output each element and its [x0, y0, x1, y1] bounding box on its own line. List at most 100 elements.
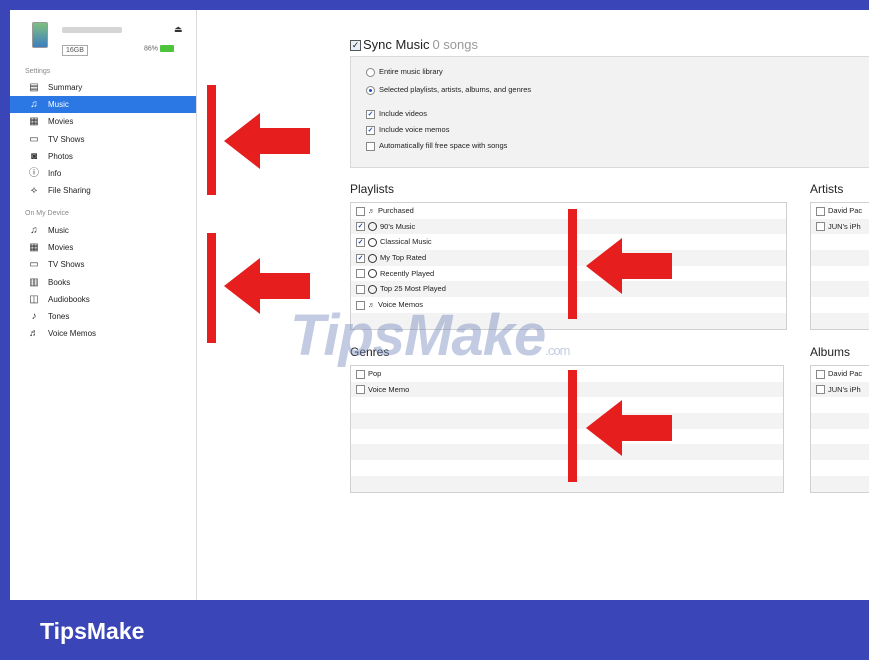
sidebar-item-label: TV Shows — [48, 260, 85, 270]
film-icon: ▦ — [29, 242, 39, 254]
empty-row — [811, 266, 869, 282]
genres-item-label: Pop — [368, 369, 382, 378]
checkbox[interactable] — [356, 284, 365, 294]
playlists-item-label: Classical Music — [380, 237, 432, 247]
voice-memo-icon: ♬ — [29, 328, 39, 340]
watermark-logo: TipsMake.com — [290, 302, 570, 369]
empty-row — [351, 475, 783, 492]
checkbox[interactable]: ✓ — [366, 109, 375, 119]
empty-row — [351, 444, 783, 461]
checkbox[interactable] — [366, 141, 375, 151]
checkbox[interactable] — [356, 369, 365, 379]
sidebar-item-label: Books — [48, 277, 71, 287]
sync-music-header[interactable]: ✓ Sync Music 0 songs — [350, 37, 478, 52]
radio-button[interactable] — [366, 85, 375, 95]
playlists-item-label: Top 25 Most Played — [380, 284, 446, 294]
genres-item-label: Voice Memo — [368, 384, 410, 394]
albums-item[interactable]: JUN's iPh — [811, 381, 869, 398]
eject-icon[interactable]: ⏏ — [174, 24, 183, 35]
checkbox[interactable] — [816, 369, 825, 379]
sidebar-item-info[interactable]: ⓘ Info — [10, 165, 196, 182]
sync-music-checkbox[interactable]: ✓ — [350, 40, 361, 52]
sidebar-item-music[interactable]: ♫ Music — [10, 96, 196, 114]
empty-row — [351, 397, 783, 413]
sidebar-item-tones[interactable]: ♪ Tones — [10, 308, 196, 325]
sidebar-item-movies[interactable]: ▦ Movies — [10, 239, 196, 256]
annotation-bar — [568, 370, 577, 482]
sync-option-3[interactable]: ✓ Include voice memos — [366, 125, 449, 135]
playlists-item-label: Purchased — [378, 206, 414, 215]
empty-row — [351, 460, 783, 476]
albums-list[interactable]: David Pac JUN's iPh — [810, 365, 869, 493]
smart-playlist-icon — [368, 269, 377, 279]
artists-list[interactable]: David Pac JUN's iPh — [810, 202, 869, 330]
sidebar-item-tv-shows[interactable]: ▭ TV Shows — [10, 256, 196, 273]
checkbox[interactable] — [356, 385, 365, 395]
checkbox[interactable] — [816, 206, 825, 216]
sidebar-item-photos[interactable]: ◙ Photos — [10, 148, 196, 165]
checkbox[interactable]: ✓ — [356, 253, 365, 263]
file-sharing-icon: ⟡ — [30, 185, 38, 197]
checkbox[interactable]: ✓ — [356, 222, 365, 232]
footer-brand: TipsMake — [40, 618, 145, 644]
sidebar-item-books[interactable]: ▥ Books — [10, 274, 196, 291]
empty-row — [811, 250, 869, 266]
annotation-arrow-left — [586, 238, 672, 294]
sync-option-label: Automatically fill free space with songs — [379, 141, 508, 150]
bell-icon: ♪ — [31, 311, 37, 322]
camera-icon: ◙ — [30, 150, 38, 162]
checkbox[interactable] — [356, 206, 365, 216]
empty-row — [811, 297, 869, 313]
sync-song-count: 0 songs — [432, 37, 479, 52]
genres-list[interactable]: Pop Voice Memo — [350, 365, 784, 493]
sidebar-item-movies[interactable]: ▦ Movies — [10, 113, 196, 130]
annotation-arrow-left — [224, 113, 310, 169]
sidebar-item-voice-memos[interactable]: ♬ Voice Memos — [10, 325, 196, 342]
device-header[interactable]: ⏏ 16GB 86% — [10, 10, 196, 65]
artists-item[interactable]: JUN's iPh — [811, 218, 869, 235]
sidebar-item-label: Photos — [48, 151, 73, 161]
sync-options-panel: Entire music library Selected playlists, … — [350, 56, 869, 168]
genres-item[interactable]: Voice Memo — [351, 381, 783, 398]
sidebar-item-summary[interactable]: ▤ Summary — [10, 79, 196, 96]
sidebar-item-tv-shows[interactable]: ▭ TV Shows — [10, 131, 196, 148]
sidebar-item-label: Audiobooks — [48, 294, 90, 304]
device-capacity: 16GB — [62, 45, 88, 56]
sync-option-4[interactable]: Automatically fill free space with songs — [366, 141, 507, 151]
sync-option-1[interactable]: Selected playlists, artists, albums, and… — [366, 85, 531, 95]
sidebar-item-label: TV Shows — [48, 134, 85, 144]
checkbox[interactable]: ✓ — [356, 237, 365, 247]
playlists-item-label: 90's Music — [380, 221, 416, 231]
sidebar-item-label: Tones — [48, 312, 70, 321]
albums-title: Albums — [810, 345, 851, 359]
checkbox[interactable] — [356, 269, 365, 279]
smart-playlist-icon — [368, 222, 377, 232]
radio-button[interactable] — [366, 67, 375, 77]
empty-row — [811, 460, 869, 476]
checkbox[interactable]: ✓ — [366, 125, 375, 135]
checkbox[interactable] — [816, 385, 825, 395]
artists-item-label: JUN's iPh — [828, 221, 861, 231]
sync-option-label: Include voice memos — [379, 125, 450, 134]
sync-option-0[interactable]: Entire music library — [366, 67, 443, 77]
audiobook-icon: ◫ — [29, 293, 39, 305]
sidebar-item-audiobooks[interactable]: ◫ Audiobooks — [10, 291, 196, 308]
checkbox[interactable] — [816, 222, 825, 232]
empty-row — [351, 413, 783, 429]
playlists-item-label: My Top Rated — [380, 253, 427, 263]
empty-row — [811, 234, 869, 250]
sync-option-2[interactable]: ✓ Include videos — [366, 109, 427, 119]
albums-item-label: David Pac — [828, 369, 863, 378]
sidebar-item-label: Info — [48, 169, 62, 178]
sync-option-label: Selected playlists, artists, albums, and… — [379, 85, 532, 94]
artists-item[interactable]: David Pac — [811, 203, 869, 219]
sidebar-item-file-sharing[interactable]: ⟡ File Sharing — [10, 182, 196, 199]
artists-title: Artists — [810, 182, 844, 196]
annotation-bar — [207, 233, 216, 343]
music-note-icon: ♫ — [30, 99, 38, 111]
sidebar-item-music[interactable]: ♫ Music — [10, 222, 196, 239]
playlist-icon: ♬ — [368, 208, 375, 215]
albums-item[interactable]: David Pac — [811, 366, 869, 382]
sidebar-item-label: File Sharing — [48, 186, 91, 196]
film-icon: ▦ — [29, 116, 39, 128]
